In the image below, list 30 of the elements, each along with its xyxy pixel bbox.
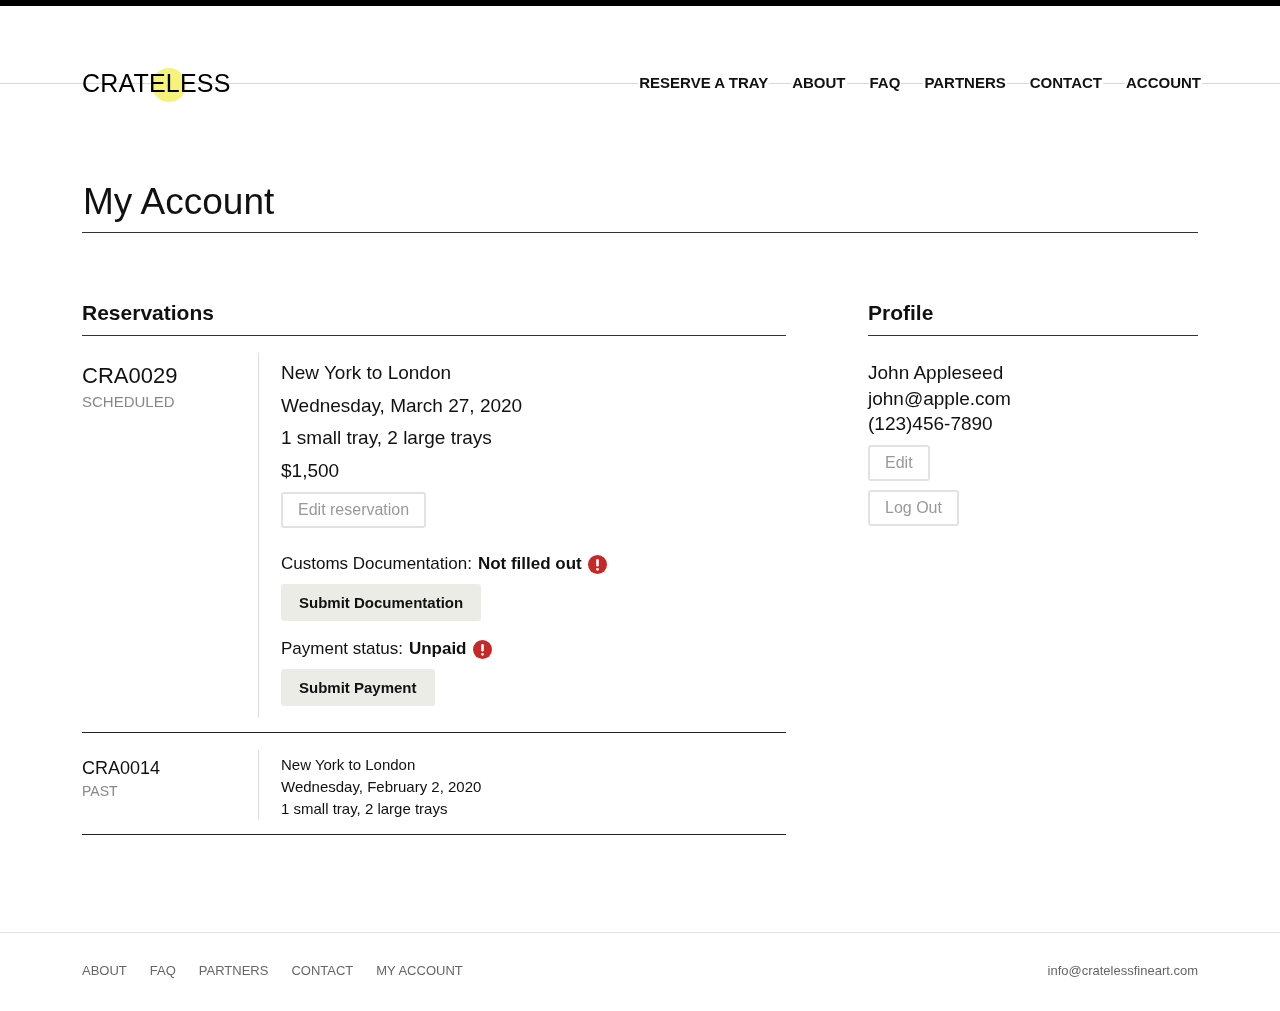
reservation-status: SCHEDULED <box>82 393 176 410</box>
footer-email[interactable]: info@cratelessfineart.com <box>1047 963 1198 978</box>
reservation-id: CRA0029 <box>82 363 179 389</box>
reservation-detail: $1,500 <box>281 458 341 483</box>
profile-phone: (123)456-7890 <box>868 412 994 436</box>
reservation-status: PAST <box>82 783 119 799</box>
status-label: Payment status: <box>281 638 403 660</box>
footer-link[interactable]: FAQ <box>149 963 176 978</box>
reservation-detail: 1 small tray, 2 large trays <box>281 799 449 819</box>
footer-link[interactable]: MY ACCOUNT <box>376 963 463 978</box>
page-title: My Account <box>82 178 1198 233</box>
submit-button[interactable]: Submit Payment <box>281 669 435 706</box>
reservation-detail: Wednesday, March 27, 2020 <box>281 393 524 418</box>
reservation-id: CRA0014 <box>82 758 162 779</box>
submit-button[interactable]: Submit Documentation <box>281 584 482 621</box>
profile-email: john@apple.com <box>868 386 1012 411</box>
status-value: Not filled out <box>477 553 582 575</box>
reservation-detail: New York to London <box>281 361 453 385</box>
profile-name: John Appleseed <box>868 361 1005 385</box>
reservation-detail: 1 small tray, 2 large trays <box>281 426 493 450</box>
status-label: Customs Documentation: <box>281 553 472 575</box>
logo[interactable]: CRATELESS <box>82 68 231 98</box>
status-value: Unpaid <box>408 638 467 660</box>
reservation-detail: Wednesday, February 2, 2020 <box>281 777 482 797</box>
footer-link[interactable]: ABOUT <box>82 963 127 978</box>
reservation-detail: New York to London <box>281 755 417 775</box>
section-heading: Profile <box>868 299 1198 336</box>
section-heading: Reservations <box>82 299 786 336</box>
footer-link[interactable]: PARTNERS <box>198 963 269 978</box>
footer-link[interactable]: CONTACT <box>291 963 354 978</box>
